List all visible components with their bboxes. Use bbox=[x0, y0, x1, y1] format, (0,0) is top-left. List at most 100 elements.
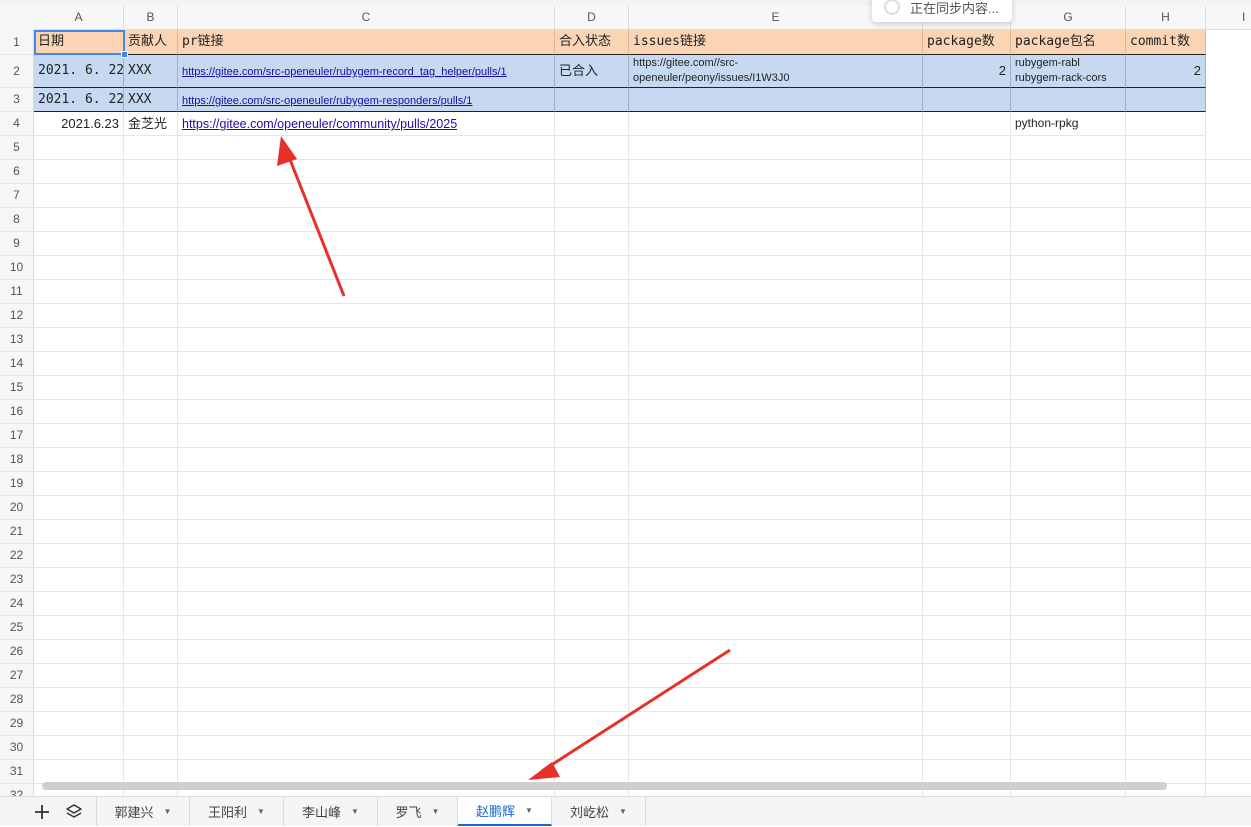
caret-down-icon[interactable]: ▼ bbox=[432, 807, 440, 816]
row-header[interactable]: 15 bbox=[0, 376, 34, 400]
row-header[interactable]: 18 bbox=[0, 448, 34, 472]
cell-contributor[interactable]: XXX bbox=[124, 55, 178, 88]
sync-status-text: 正在同步内容... bbox=[910, 0, 999, 16]
sheet-tab[interactable]: 罗飞 ▼ bbox=[378, 797, 458, 826]
row-header[interactable]: 26 bbox=[0, 640, 34, 664]
cell-package-name[interactable]: rubygem-rabl rubygem-rack-cors bbox=[1011, 55, 1126, 88]
column-header-a[interactable]: A bbox=[34, 6, 124, 30]
row-header[interactable]: 12 bbox=[0, 304, 34, 328]
row-header[interactable]: 22 bbox=[0, 544, 34, 568]
row-header[interactable]: 9 bbox=[0, 232, 34, 256]
pr-link[interactable]: https://gitee.com/src-openeuler/rubygem-… bbox=[182, 95, 472, 107]
row-header[interactable]: 14 bbox=[0, 352, 34, 376]
header-cell-issues-link[interactable]: issues链接 bbox=[629, 30, 923, 55]
caret-down-icon[interactable]: ▼ bbox=[619, 807, 627, 816]
row-header[interactable]: 4 bbox=[0, 112, 34, 136]
row-header[interactable]: 28 bbox=[0, 688, 34, 712]
caret-down-icon[interactable]: ▼ bbox=[257, 807, 265, 816]
cell-package-count[interactable] bbox=[923, 112, 1011, 136]
header-cell-contributor[interactable]: 贡献人 bbox=[124, 30, 178, 55]
row-header[interactable]: 23 bbox=[0, 568, 34, 592]
cell-merge-status[interactable] bbox=[555, 88, 629, 112]
row-header[interactable]: 30 bbox=[0, 736, 34, 760]
row-header[interactable]: 16 bbox=[0, 400, 34, 424]
spreadsheet-grid[interactable]: A B C D E F G H I 1 2 3 4 5 6 7 8 9 10 1… bbox=[0, 0, 1251, 796]
row-header[interactable]: 11 bbox=[0, 280, 34, 304]
cell-pr-link[interactable]: https://gitee.com/openeuler/community/pu… bbox=[178, 112, 555, 136]
sheet-tab-bar: 郭建兴 ▼ 王阳利 ▼ 李山峰 ▼ 罗飞 ▼ 赵鹏辉 ▼ 刘屹松 ▼ bbox=[0, 796, 1251, 826]
all-sheets-button[interactable] bbox=[59, 797, 89, 827]
header-cell-package-name[interactable]: package包名 bbox=[1011, 30, 1126, 55]
column-header-d[interactable]: D bbox=[555, 6, 629, 30]
plus-icon bbox=[35, 805, 49, 819]
header-cell-pr-link[interactable]: pr链接 bbox=[178, 30, 555, 55]
cell-pr-link[interactable]: https://gitee.com/src-openeuler/rubygem-… bbox=[178, 55, 555, 88]
row-header[interactable]: 31 bbox=[0, 760, 34, 784]
row-header[interactable]: 27 bbox=[0, 664, 34, 688]
cell-commit-count[interactable] bbox=[1126, 112, 1206, 136]
cell-issues-link[interactable] bbox=[629, 112, 923, 136]
loading-spinner-icon bbox=[884, 0, 900, 15]
column-header-c[interactable]: C bbox=[178, 6, 555, 30]
cell-package-count[interactable] bbox=[923, 88, 1011, 112]
row-header[interactable]: 20 bbox=[0, 496, 34, 520]
fill-handle[interactable] bbox=[121, 51, 128, 58]
row-header[interactable]: 25 bbox=[0, 616, 34, 640]
row-header[interactable]: 21 bbox=[0, 520, 34, 544]
cell-commit-count[interactable] bbox=[1126, 88, 1206, 112]
cell-package-name[interactable]: python-rpkg bbox=[1011, 112, 1126, 136]
select-all-corner[interactable] bbox=[0, 6, 35, 31]
row-header[interactable]: 2 bbox=[0, 55, 34, 88]
issue-link-line: openeuler/peony/issues/I1W3J0 bbox=[633, 72, 790, 84]
cell-merge-status[interactable] bbox=[555, 112, 629, 136]
sheet-tab[interactable]: 李山峰 ▼ bbox=[284, 797, 378, 826]
sheet-tab-active[interactable]: 赵鹏辉 ▼ bbox=[458, 797, 552, 826]
sheet-tab[interactable]: 郭建兴 ▼ bbox=[96, 797, 190, 826]
cell-date[interactable]: 2021.6.23 bbox=[34, 112, 124, 136]
row-header[interactable]: 7 bbox=[0, 184, 34, 208]
column-header-h[interactable]: H bbox=[1126, 6, 1206, 30]
row-header[interactable]: 19 bbox=[0, 472, 34, 496]
row-header[interactable]: 24 bbox=[0, 592, 34, 616]
column-header-i[interactable]: I bbox=[1206, 6, 1251, 30]
caret-down-icon[interactable]: ▼ bbox=[525, 806, 533, 815]
row-header[interactable]: 1 bbox=[0, 30, 34, 55]
column-header-g[interactable]: G bbox=[1011, 6, 1126, 30]
row-header[interactable]: 32 bbox=[0, 784, 34, 796]
cell-pr-link[interactable]: https://gitee.com/src-openeuler/rubygem-… bbox=[178, 88, 555, 112]
row-header[interactable]: 5 bbox=[0, 136, 34, 160]
cell-package-count[interactable]: 2 bbox=[923, 55, 1011, 88]
row-header[interactable]: 17 bbox=[0, 424, 34, 448]
sheet-tab[interactable]: 王阳利 ▼ bbox=[190, 797, 284, 826]
cell-merge-status[interactable]: 已合入 bbox=[555, 55, 629, 88]
cell-issues-link[interactable] bbox=[629, 88, 923, 112]
header-cell-merge-status[interactable]: 合入状态 bbox=[555, 30, 629, 55]
cell-issues-link[interactable]: https://gitee.com//src-openeuler/peony/i… bbox=[629, 55, 923, 88]
cell-selection bbox=[34, 30, 125, 55]
row-header[interactable]: 10 bbox=[0, 256, 34, 280]
cell-contributor[interactable]: XXX bbox=[124, 88, 178, 112]
sheet-tab-label: 郭建兴 bbox=[114, 805, 154, 820]
header-cell-package-count[interactable]: package数 bbox=[923, 30, 1011, 55]
sheet-tab-label: 李山峰 bbox=[302, 805, 342, 820]
row-header[interactable]: 8 bbox=[0, 208, 34, 232]
horizontal-scrollbar[interactable] bbox=[42, 782, 1167, 790]
row-header[interactable]: 29 bbox=[0, 712, 34, 736]
column-header-b[interactable]: B bbox=[124, 6, 178, 30]
caret-down-icon[interactable]: ▼ bbox=[351, 807, 359, 816]
caret-down-icon[interactable]: ▼ bbox=[164, 807, 172, 816]
pr-link[interactable]: https://gitee.com/src-openeuler/rubygem-… bbox=[182, 66, 507, 78]
add-sheet-button[interactable] bbox=[27, 797, 57, 827]
cell-date[interactable]: 2021. 6. 22 bbox=[34, 88, 124, 112]
cell-commit-count[interactable]: 2 bbox=[1126, 55, 1206, 88]
cell-date[interactable]: 2021. 6. 22 bbox=[34, 55, 124, 88]
row-header[interactable]: 13 bbox=[0, 328, 34, 352]
row-header[interactable]: 3 bbox=[0, 88, 34, 112]
cell-contributor[interactable]: 金芝光 bbox=[124, 112, 178, 136]
header-cell-commit-count[interactable]: commit数 bbox=[1126, 30, 1206, 55]
sheet-tab[interactable]: 刘屹松 ▼ bbox=[552, 797, 646, 826]
empty-grid-area[interactable] bbox=[34, 136, 1251, 796]
cell-package-name[interactable] bbox=[1011, 88, 1126, 112]
row-header[interactable]: 6 bbox=[0, 160, 34, 184]
pr-link[interactable]: https://gitee.com/openeuler/community/pu… bbox=[182, 117, 457, 131]
